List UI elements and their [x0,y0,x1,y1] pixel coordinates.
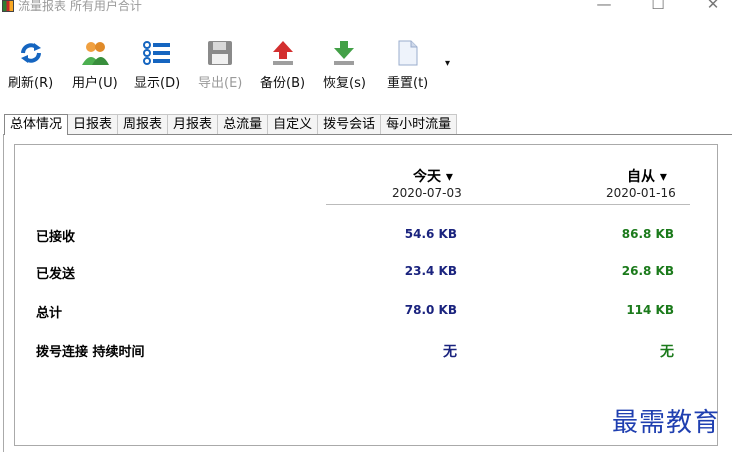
refresh-button[interactable]: 刷新(R) [8,38,53,94]
users-button[interactable]: 用户(U) [72,38,118,94]
total-label: 总计 [36,306,63,321]
backup-label: 备份(B) [260,76,306,91]
tab-overview[interactable]: 总体情况 [4,114,69,135]
toolbar: 刷新(R) 用户(U) 显示(D) 导出(E) 备份(B) 恢复(s) 重置(t… [0,38,737,94]
tab-monthly[interactable]: 月报表 [167,114,219,134]
toolbar-dropdown-arrow[interactable]: ▾ [445,58,450,69]
tab-weekly[interactable]: 周报表 [117,114,169,134]
sent-since-value: 26.8 KB [621,264,674,278]
received-label: 已接收 [36,230,76,245]
tab-dialup-sessions[interactable]: 拨号会话 [317,114,382,134]
reset-button[interactable]: 重置(t) [387,38,428,94]
watermark-text: 最需教育 [612,408,721,438]
restore-label: 恢复(s) [323,76,366,91]
tab-total-traffic[interactable]: 总流量 [217,114,269,134]
tab-custom[interactable]: 自定义 [267,114,319,134]
today-column-header[interactable]: 今天 ▾ [413,166,453,186]
restore-button[interactable]: 恢复(s) [323,38,366,94]
tab-daily[interactable]: 日报表 [67,114,119,134]
report-tabs: 总体情况 日报表 周报表 月报表 总流量 自定义 拨号会话 每小时流量 [4,114,458,135]
refresh-label: 刷新(R) [8,76,54,91]
minimize-button[interactable]: — [584,0,624,13]
header-separator [326,204,690,205]
total-today-value: 78.0 KB [404,303,457,317]
display-button[interactable]: 显示(D) [134,38,180,94]
since-column-header[interactable]: 自从 ▾ [627,166,667,186]
today-date: 2020-07-03 [392,186,462,200]
maximize-button[interactable]: ☐ [638,0,678,13]
sent-label: 已发送 [36,267,76,282]
since-date: 2020-01-16 [606,186,676,200]
refresh-icon [16,38,46,68]
sent-today-value: 23.4 KB [404,264,457,278]
display-label: 显示(D) [134,76,181,91]
tab-hourly-traffic[interactable]: 每小时流量 [380,114,458,134]
received-today-value: 54.6 KB [404,227,457,241]
backup-button[interactable]: 备份(B) [260,38,305,94]
upload-arrow-icon [268,38,298,68]
users-label: 用户(U) [72,76,118,91]
window-title: 流量报表 所有用户合计 [18,0,142,13]
dialup-duration-today-value: 无 [443,344,457,360]
list-icon [142,38,172,68]
app-icon [2,0,14,12]
users-icon [80,38,110,68]
dialup-duration-label: 拨号连接 持续时间 [36,345,145,360]
close-button[interactable]: ✕ [693,0,733,13]
dialup-duration-since-value: 无 [660,344,674,360]
download-arrow-icon [329,38,359,68]
export-button[interactable]: 导出(E) [198,38,242,94]
reset-label: 重置(t) [387,76,429,91]
export-label: 导出(E) [198,76,243,91]
floppy-disk-icon [205,38,235,68]
blank-document-icon [393,38,423,68]
received-since-value: 86.8 KB [621,227,674,241]
total-since-value: 114 KB [626,303,674,317]
title-bar: 流量报表 所有用户合计 — ☐ ✕ [0,0,737,16]
